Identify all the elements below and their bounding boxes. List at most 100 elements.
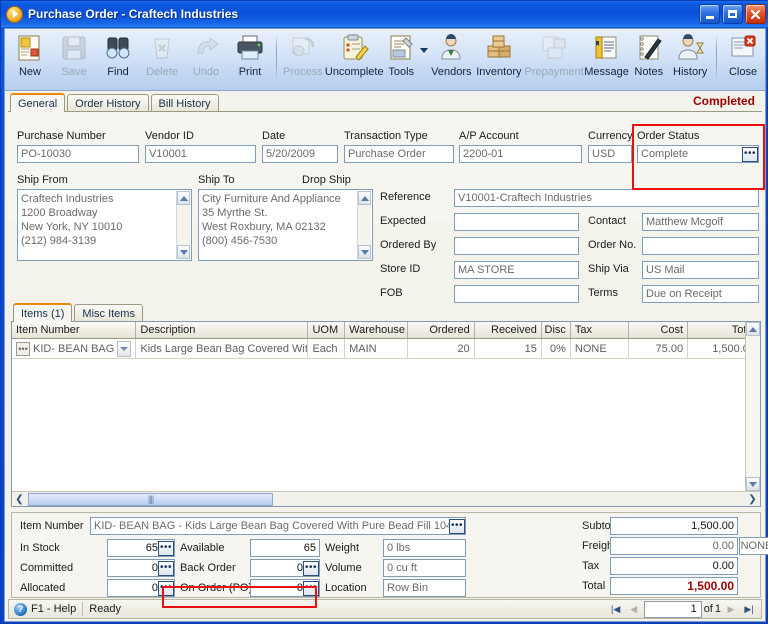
currency-input[interactable]: USD [588, 145, 632, 163]
grid-horizontal-scrollbar[interactable]: ❮ |||| ❯ [12, 491, 760, 506]
tools-dropdown-arrow-icon[interactable] [419, 29, 430, 89]
tab-general[interactable]: General [10, 93, 66, 112]
help-label[interactable]: F1 - Help [31, 603, 76, 615]
scroll-up-icon[interactable] [358, 191, 371, 205]
committed-input[interactable]: 0 ••• [107, 559, 175, 577]
grid-col-ordered[interactable]: Ordered [408, 322, 475, 338]
order-no-input[interactable] [642, 237, 759, 255]
toolbar-button-process[interactable]: Process [281, 29, 325, 89]
ap-account-input[interactable]: 2200-01 [459, 145, 582, 163]
nav-first-icon[interactable]: |◀ [608, 601, 624, 617]
ship-via-input[interactable]: US Mail [642, 261, 759, 279]
tab-items[interactable]: Items (1) [13, 303, 73, 322]
toolbar-button-inventory[interactable]: Inventory [473, 29, 524, 89]
tab-order-history[interactable]: Order History [67, 94, 149, 112]
toolbar-button-find[interactable]: Find [96, 29, 140, 89]
cell-received[interactable]: 15 [475, 339, 542, 359]
location-input[interactable]: Row Bin [383, 579, 466, 597]
toolbar-button-tools[interactable]: Tools [384, 29, 419, 89]
toolbar-button-prepayment[interactable]: Prepayment [524, 29, 584, 89]
expected-input[interactable] [454, 213, 579, 231]
scroll-down-icon[interactable] [177, 245, 190, 259]
grid-col-tax[interactable]: Tax [571, 322, 629, 338]
close-button[interactable] [745, 4, 766, 24]
grid-scroll-down-icon[interactable] [746, 477, 760, 491]
ship-from-scrollbar[interactable] [176, 191, 190, 259]
grid-col-disc[interactable]: Disc [542, 322, 571, 338]
toolbar-button-vendors[interactable]: Vendors [429, 29, 473, 89]
in-stock-input[interactable]: 65 ••• [107, 539, 175, 557]
cell-uom[interactable]: Each [308, 339, 346, 359]
tab-bill-history[interactable]: Bill History [150, 94, 219, 112]
allocated-lookup-ellipsis-icon[interactable]: ••• [158, 580, 174, 596]
grid-col-cost[interactable]: Cost [629, 322, 689, 338]
in-stock-lookup-ellipsis-icon[interactable]: ••• [158, 540, 174, 556]
tab-misc-items[interactable]: Misc Items [74, 304, 143, 322]
cell-description[interactable]: Kids Large Bean Bag Covered With [136, 339, 309, 359]
back-order-input[interactable]: 0 ••• [250, 559, 320, 577]
footer-item-number-input[interactable]: KID- BEAN BAG - Kids Large Bean Bag Cove… [90, 517, 466, 535]
toolbar-button-history[interactable]: History [668, 29, 712, 89]
nav-prev-icon[interactable]: ◀ [626, 601, 642, 617]
back-order-lookup-ellipsis-icon[interactable]: ••• [303, 560, 319, 576]
allocated-input[interactable]: 0 ••• [107, 579, 175, 597]
order-status-lookup-ellipsis-icon[interactable]: ••• [742, 146, 758, 162]
nav-last-icon[interactable]: ▶| [741, 601, 757, 617]
grid-hscroll-thumb[interactable]: |||| [28, 492, 273, 506]
transaction-type-input[interactable]: Purchase Order [344, 145, 454, 163]
subtotal-input[interactable]: 1,500.00 [610, 517, 738, 535]
date-input[interactable]: 5/20/2009 [262, 145, 338, 163]
toolbar-button-message[interactable]: Message [584, 29, 630, 89]
on-order-lookup-ellipsis-icon[interactable]: ••• [303, 580, 319, 596]
purchase-number-input[interactable]: PO-10030 [17, 145, 139, 163]
footer-item-lookup-ellipsis-icon[interactable]: ••• [449, 518, 465, 534]
help-question-icon[interactable]: ? [14, 602, 27, 616]
scroll-down-icon[interactable] [358, 245, 371, 259]
grid-scroll-up-icon[interactable] [746, 322, 760, 336]
fob-input[interactable] [454, 285, 579, 303]
reference-input[interactable]: V10001-Craftech Industries [454, 189, 759, 207]
cell-item-number[interactable]: ••• KID- BEAN BAG [12, 339, 137, 359]
contact-input[interactable]: Matthew Mcgolf [642, 213, 759, 231]
available-input[interactable]: 65 [250, 539, 320, 557]
weight-input[interactable]: 0 lbs [383, 539, 466, 557]
terms-input[interactable]: Due on Receipt [642, 285, 759, 303]
vendor-id-input[interactable]: V10001 [145, 145, 256, 163]
toolbar-button-undo[interactable]: Undo [184, 29, 228, 89]
tax-input[interactable]: 0.00 [610, 557, 738, 575]
record-number-input[interactable]: 1 [643, 600, 702, 618]
item-dropdown-chevron-down-icon[interactable] [117, 341, 132, 357]
toolbar-button-uncomplete[interactable]: Uncomplete [325, 29, 384, 89]
grid-scroll-right-icon[interactable]: ❯ [745, 492, 760, 506]
grid-col-received[interactable]: Received [475, 322, 542, 338]
ship-to-scrollbar[interactable] [357, 191, 371, 259]
ship-from-memo[interactable]: Craftech Industries 1200 Broadway New Yo… [17, 189, 192, 261]
freight-input[interactable]: 0.00 [610, 537, 738, 555]
grid-col-uom[interactable]: UOM [308, 322, 346, 338]
volume-input[interactable]: 0 cu ft [383, 559, 466, 577]
toolbar-button-new[interactable]: New [8, 29, 52, 89]
minimize-button[interactable] [699, 4, 720, 24]
cell-tax[interactable]: NONE [571, 339, 629, 359]
grid-scroll-left-icon[interactable]: ❮ [12, 492, 27, 506]
scroll-up-icon[interactable] [177, 191, 190, 205]
freight-code-field[interactable]: NONE [739, 537, 768, 555]
toolbar-button-delete[interactable]: Delete [140, 29, 184, 89]
grid-vertical-scrollbar[interactable] [745, 322, 760, 491]
nav-next-icon[interactable]: ▶ [723, 601, 739, 617]
grid-col-description[interactable]: Description [136, 322, 309, 338]
item-lookup-ellipsis-icon[interactable]: ••• [16, 342, 30, 356]
ordered-by-input[interactable] [454, 237, 579, 255]
toolbar-button-close[interactable]: Close [721, 29, 765, 89]
cell-warehouse[interactable]: MAIN [345, 339, 408, 359]
grid-col-item-number[interactable]: Item Number [12, 322, 137, 338]
toolbar-button-print[interactable]: Print [228, 29, 272, 89]
cell-disc[interactable]: 0% [542, 339, 571, 359]
ship-to-memo[interactable]: City Furniture And Appliance 35 Myrthe S… [198, 189, 373, 261]
cell-ordered[interactable]: 20 [408, 339, 475, 359]
cell-cost[interactable]: 75.00 [629, 339, 689, 359]
toolbar-button-save[interactable]: Save [52, 29, 96, 89]
on-order-input[interactable]: 0 ••• [250, 579, 320, 597]
store-id-input[interactable]: MA STORE [454, 261, 579, 279]
committed-lookup-ellipsis-icon[interactable]: ••• [158, 560, 174, 576]
